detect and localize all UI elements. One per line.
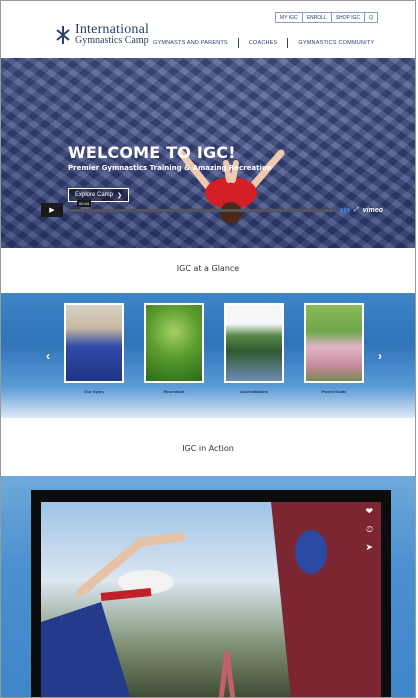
- fullscreen-icon[interactable]: ⤢: [354, 207, 359, 214]
- vimeo-logo[interactable]: vimeo: [363, 207, 383, 214]
- parent-guide-image: [304, 303, 364, 383]
- nav-divider: [237, 38, 239, 48]
- progress-bar[interactable]: 00:44: [69, 199, 335, 212]
- vimeo-player[interactable]: ❤ ⏲ ➤: [31, 490, 391, 697]
- hero-subtitle: Premier Gymnastics Training & Amazing Re…: [68, 164, 272, 172]
- glance-carousel: ‹ › Our Gyms Recreation Accreditations P…: [1, 293, 415, 418]
- chevron-left-icon[interactable]: ‹: [46, 349, 50, 363]
- igc-logo[interactable]: International Gymnastics Camp: [54, 23, 149, 46]
- heart-icon[interactable]: ❤: [365, 506, 373, 517]
- video-section: ❤ ⏲ ➤: [1, 476, 415, 697]
- shop-igc-link[interactable]: SHOP IGC: [332, 13, 366, 22]
- gym-image: [64, 303, 124, 383]
- card-recreation[interactable]: Recreation: [144, 303, 204, 394]
- card-accreditations[interactable]: Accreditations: [224, 303, 284, 394]
- explore-camp-label: Explore Camp: [75, 192, 114, 198]
- volume-icon[interactable]: ▮▮▮: [340, 207, 350, 214]
- nav-coaches[interactable]: COACHES: [249, 40, 278, 46]
- card-our-gyms[interactable]: Our Gyms: [64, 303, 124, 394]
- main-nav: GYMNASTS AND PARENTS COACHES GYMNASTICS …: [153, 38, 374, 48]
- glance-title: IGC at a Glance: [176, 264, 240, 273]
- video-time: 00:44: [77, 199, 92, 207]
- logo-line2: Gymnastics Camp: [75, 35, 149, 46]
- my-igc-link[interactable]: MY IGC: [276, 13, 303, 22]
- video-controls: ▶ 00:44 ▮▮▮ ⤢ vimeo: [41, 199, 387, 217]
- accreditations-image: [224, 303, 284, 383]
- card-label: Accreditations: [240, 389, 268, 394]
- site-header: International Gymnastics Camp MY IGC ENR…: [1, 1, 415, 58]
- video-frame: [41, 502, 381, 697]
- play-icon[interactable]: ▶: [41, 203, 63, 217]
- utility-bar: MY IGC ENROLL SHOP IGC Q: [275, 12, 378, 23]
- search-icon[interactable]: Q: [365, 13, 377, 22]
- recreation-image: [144, 303, 204, 383]
- hero-title: WELCOME TO IGC!: [68, 143, 236, 162]
- card-label: Parent Guide: [321, 389, 347, 394]
- card-label: Our Gyms: [84, 389, 104, 394]
- nav-gymnastics-community[interactable]: GYMNASTICS COMMUNITY: [298, 40, 374, 46]
- enroll-link[interactable]: ENROLL: [303, 13, 332, 22]
- gymnast-logo-icon: [54, 24, 72, 46]
- send-icon[interactable]: ➤: [365, 542, 373, 553]
- action-title: IGC in Action: [182, 444, 234, 453]
- chevron-right-icon[interactable]: ›: [378, 349, 382, 363]
- nav-gymnasts-parents[interactable]: GYMNASTS AND PARENTS: [153, 40, 228, 46]
- nav-divider: [287, 38, 289, 48]
- page: International Gymnastics Camp MY IGC ENR…: [0, 0, 416, 698]
- card-label: Recreation: [163, 389, 185, 394]
- chevron-right-icon: ❯: [117, 192, 123, 199]
- clock-icon[interactable]: ⏲: [366, 524, 373, 535]
- video-scene: [41, 502, 381, 697]
- card-parent-guide[interactable]: Parent Guide: [304, 303, 364, 394]
